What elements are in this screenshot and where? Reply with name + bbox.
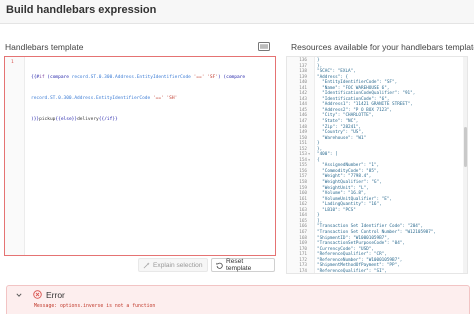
template-panel: Handlebars template 1 {{#if (compare rec…: [4, 38, 276, 274]
editor-gutter: 1: [5, 57, 25, 255]
code-token: {{/if}}: [98, 117, 118, 122]
code-token: ) (compare: [217, 75, 246, 80]
code-token: record.ST.0.300.Address.EntityIdentifier…: [31, 96, 151, 101]
explain-selection-button[interactable]: Explain selection: [138, 258, 208, 272]
magic-wand-icon: [143, 261, 150, 268]
code-line: )}}pickup{{else}}delivery{{/if}}: [31, 116, 271, 123]
code-token: delivery: [77, 117, 99, 122]
code-token: )}}: [31, 117, 40, 122]
reset-template-label: Reset template: [226, 258, 252, 272]
code-token: '==' 'SH': [150, 96, 178, 101]
template-code[interactable]: {{#if (compare record.ST.0.300.Address.E…: [31, 60, 271, 137]
template-editor[interactable]: 1 {{#if (compare record.ST.0.300.Address…: [4, 56, 276, 256]
error-message: Message: options.inverse is not a functi…: [34, 304, 156, 309]
error-panel: Error Message: options.inverse is not a …: [6, 285, 470, 314]
code-line: 174 "ReferenceQualifier": "SI",: [287, 268, 467, 274]
code-line: {{#if (compare record.ST.0.300.Address.E…: [31, 74, 271, 81]
chevron-down-icon[interactable]: [16, 292, 22, 298]
template-panel-title: Handlebars template: [5, 42, 84, 52]
code-token: '==' 'SF': [190, 75, 218, 80]
code-token: (compare: [47, 75, 72, 80]
reset-template-button[interactable]: Reset template: [211, 258, 275, 272]
code-token: {{#: [31, 75, 40, 80]
resources-scrollbar[interactable]: [463, 57, 467, 273]
explain-selection-label: Explain selection: [153, 261, 203, 269]
resources-viewer[interactable]: 136} 137}, 138 "SCAC": "EXLA", 139 "Address":…: [286, 56, 468, 274]
resources-code[interactable]: 136} 137}, 138 "SCAC": "EXLA", 139 "Address":…: [287, 58, 467, 274]
reset-icon: [216, 262, 223, 269]
line-number: 1: [11, 60, 14, 65]
code-token: {{else}}: [55, 117, 78, 122]
code-line: record.ST.0.300.Address.EntityIdentifier…: [31, 95, 271, 102]
expand-icon[interactable]: [258, 42, 270, 51]
error-icon: [33, 290, 42, 299]
page-header: Build handlebars expression: [0, 0, 474, 24]
template-actions: Explain selection Reset template: [4, 257, 276, 274]
code-token: pickup: [39, 117, 56, 122]
resources-panel: Resources available for your handlebars …: [286, 38, 474, 274]
scrollbar-thumb[interactable]: [463, 127, 467, 167]
code-text: "ReferenceQualifier": "SI",: [317, 268, 387, 274]
error-title: Error: [46, 290, 65, 300]
line-number: 174: [299, 268, 307, 274]
code-token: record.ST.0.300.Address.EntityIdentifier…: [71, 75, 191, 80]
page-title: Build handlebars expression: [6, 4, 157, 16]
resources-panel-title: Resources available for your handlebars …: [291, 42, 474, 52]
